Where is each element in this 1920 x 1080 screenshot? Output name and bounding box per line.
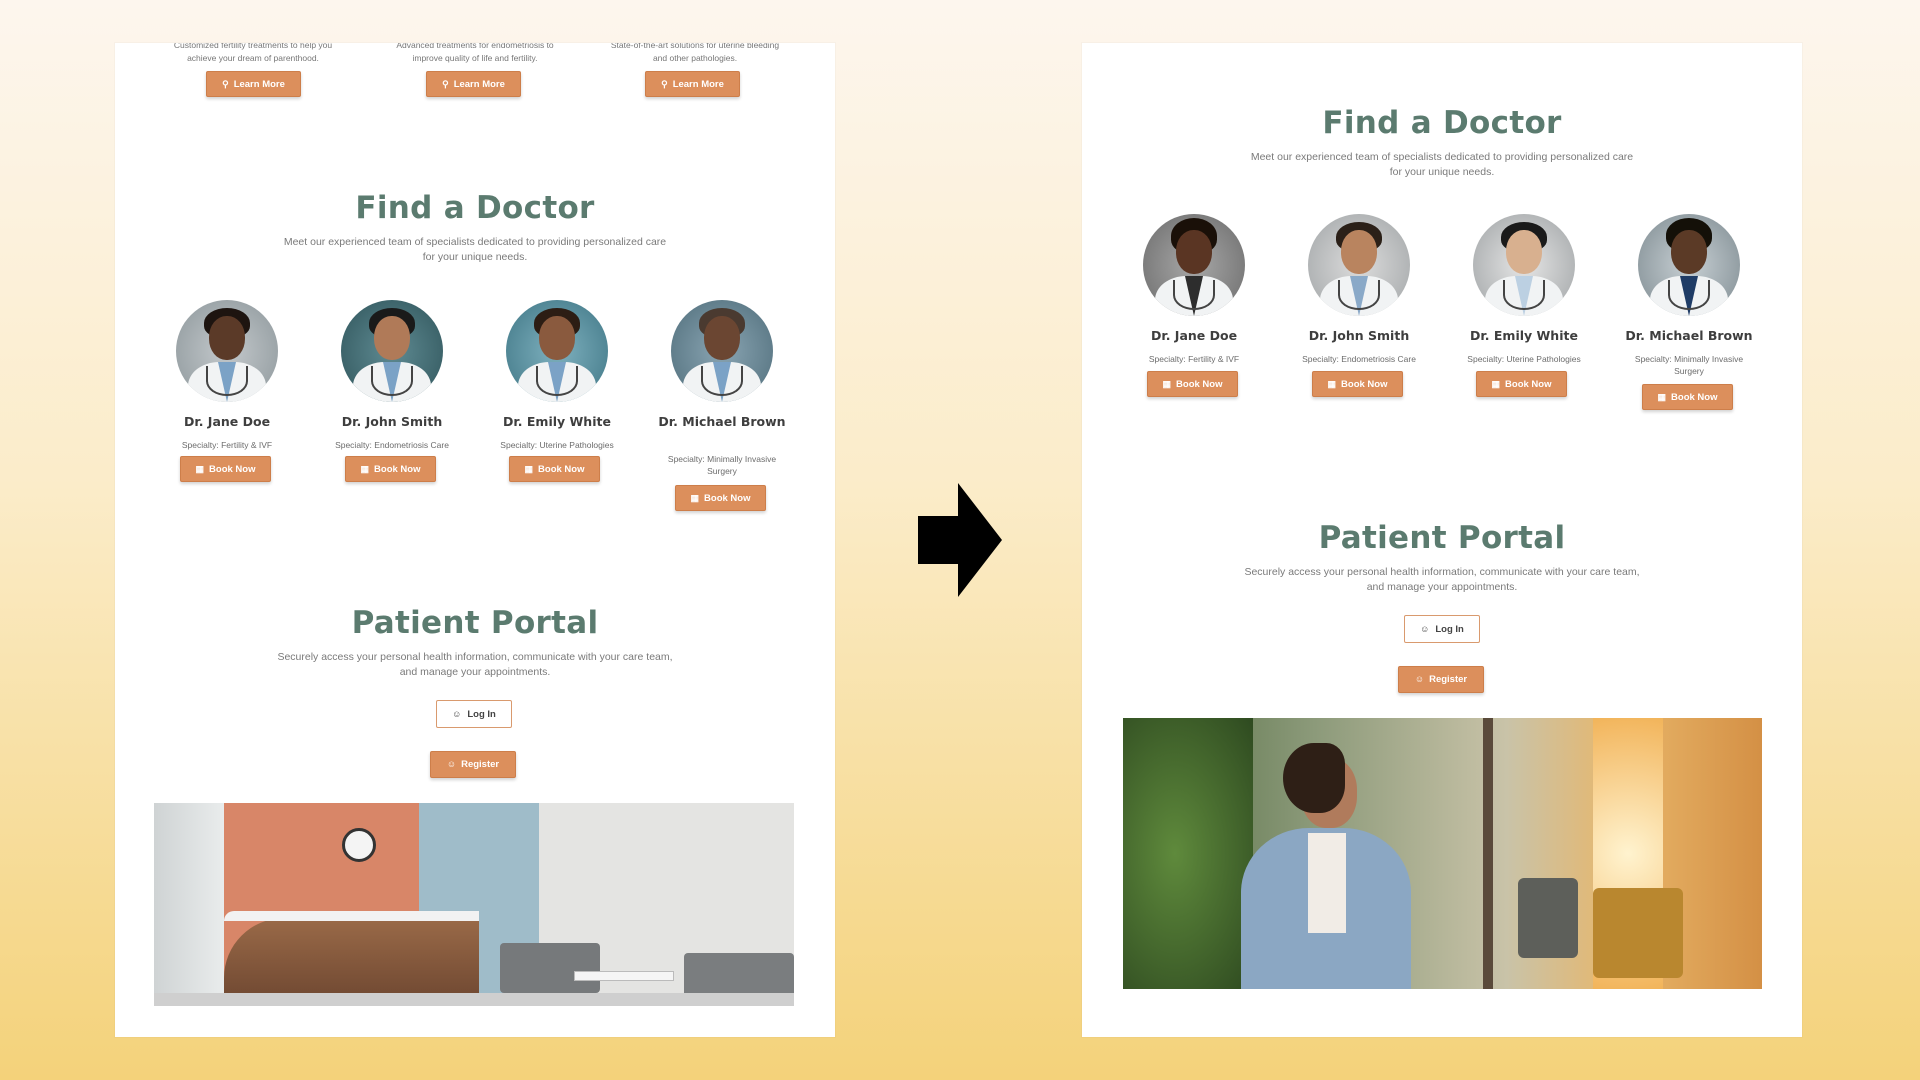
login-button[interactable]: ☺ Log In [1404, 615, 1480, 643]
calendar-icon: ▦ [1162, 378, 1172, 389]
book-now-button[interactable]: ▦ Book Now [1147, 371, 1238, 397]
service-endometriosis-text: Advanced treatments for endometriosis to… [396, 43, 554, 63]
calendar-icon: ▦ [1327, 378, 1337, 389]
patient-image [1123, 718, 1762, 989]
doctor-card: Dr. Emily White Specialty: Uterine Patho… [1459, 214, 1589, 365]
calendar-icon: ▦ [524, 463, 534, 474]
user-icon: ☺ [1420, 623, 1430, 634]
find-doctor-description: Meet our experienced team of specialists… [283, 236, 667, 263]
doctor-avatar [1638, 214, 1740, 316]
doctor-name: Dr. Michael Brown [1625, 328, 1753, 343]
doctor-name: Dr. John Smith [341, 414, 443, 429]
search-icon: ⚲ [661, 78, 668, 89]
patient-portal-title: Patient Portal [1318, 520, 1566, 556]
register-button[interactable]: ☺ Register [1398, 666, 1484, 693]
doctor-avatar [1308, 214, 1410, 316]
search-icon: ⚲ [442, 78, 449, 89]
doctor-avatar [1143, 214, 1245, 316]
patient-portal-description: Securely access your personal health inf… [1244, 566, 1640, 593]
calendar-icon: ▦ [360, 463, 370, 474]
doctor-avatar [1473, 214, 1575, 316]
doctor-avatar [671, 300, 773, 402]
user-plus-icon: ☺ [446, 759, 457, 769]
doctor-name: Dr. Jane Doe [183, 414, 271, 429]
learn-more-button[interactable]: ⚲ Learn More [426, 71, 521, 97]
search-icon: ⚲ [222, 78, 229, 89]
doctor-specialty: Specialty: Minimally Invasive Surgery [1634, 354, 1744, 376]
doctor-specialty: Specialty: Minimally Invasive Surgery [667, 454, 777, 476]
doctor-name: Dr. John Smith [1308, 328, 1410, 343]
doctor-name: Dr. Emily White [503, 414, 611, 429]
doctor-specialty: Specialty: Endometriosis Care [335, 440, 449, 450]
doctor-specialty: Specialty: Uterine Pathologies [1467, 354, 1581, 364]
doctor-avatar [506, 300, 608, 402]
learn-more-button[interactable]: ⚲ Learn More [645, 71, 740, 97]
doctor-name: Dr. Michael Brown [658, 414, 786, 429]
doctor-name: Dr. Jane Doe [1150, 328, 1238, 343]
doctor-card: Dr. Michael Brown Specialty: Minimally I… [657, 300, 787, 477]
doctor-card: Dr. Michael Brown Specialty: Minimally I… [1624, 214, 1754, 377]
book-now-button[interactable]: ▦ Book Now [1312, 371, 1403, 397]
reception-image [154, 803, 794, 1006]
service-pathologies-text: State-of-the-art solutions for uterine b… [610, 43, 780, 63]
doctor-card: Dr. John Smith Specialty: Endometriosis … [327, 300, 457, 451]
doctor-name: Dr. Emily White [1470, 328, 1578, 343]
calendar-icon: ▦ [690, 492, 700, 503]
book-now-button[interactable]: ▦ Book Now [180, 456, 271, 482]
service-fertility-text: Customized fertility treatments to help … [173, 43, 333, 63]
doctor-avatar [176, 300, 278, 402]
book-now-button[interactable]: ▦ Book Now [1476, 371, 1567, 397]
find-doctor-title: Find a Doctor [1322, 105, 1562, 141]
doctor-specialty: Specialty: Fertility & IVF [1148, 354, 1240, 364]
doctor-card: Dr. Jane Doe Specialty: Fertility & IVF [1129, 214, 1259, 365]
find-doctor-description: Meet our experienced team of specialists… [1250, 151, 1634, 178]
book-now-button[interactable]: ▦ Book Now [345, 456, 436, 482]
after-page-panel: Find a Doctor Meet our experienced team … [1082, 43, 1802, 1037]
doctor-card: Dr. John Smith Specialty: Endometriosis … [1294, 214, 1424, 365]
login-button[interactable]: ☺ Log In [436, 700, 512, 728]
doctor-avatar [341, 300, 443, 402]
learn-more-button[interactable]: ⚲ Learn More [206, 71, 301, 97]
patient-portal-title: Patient Portal [351, 605, 599, 641]
doctor-specialty: Specialty: Endometriosis Care [1302, 354, 1416, 364]
doctor-card: Dr. Jane Doe Specialty: Fertility & IVF [162, 300, 292, 451]
book-now-button[interactable]: ▦ Book Now [509, 456, 600, 482]
before-page-panel: Customized fertility treatments to help … [115, 43, 835, 1037]
doctor-specialty: Specialty: Fertility & IVF [181, 440, 273, 450]
transition-arrow-icon [918, 483, 1002, 597]
doctor-specialty: Specialty: Uterine Pathologies [500, 440, 614, 450]
user-icon: ☺ [452, 708, 462, 719]
user-plus-icon: ☺ [1414, 674, 1425, 684]
register-button[interactable]: ☺ Register [430, 751, 516, 778]
book-now-button[interactable]: ▦ Book Now [675, 485, 766, 511]
calendar-icon: ▦ [1657, 391, 1667, 402]
find-doctor-title: Find a Doctor [355, 190, 595, 226]
calendar-icon: ▦ [195, 463, 205, 474]
doctor-card: Dr. Emily White Specialty: Uterine Patho… [492, 300, 622, 451]
patient-portal-description: Securely access your personal health inf… [277, 651, 673, 678]
calendar-icon: ▦ [1491, 378, 1501, 389]
book-now-button[interactable]: ▦ Book Now [1642, 384, 1733, 410]
